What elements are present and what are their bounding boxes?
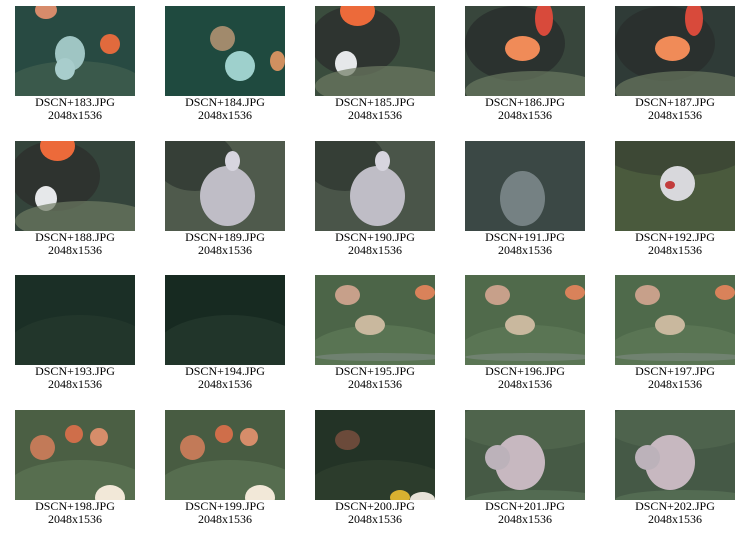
- image-dimensions-label: 2048x1536: [198, 243, 252, 257]
- image-dimensions-label: 2048x1536: [348, 243, 402, 257]
- gallery-item[interactable]: DSCN+199.JPG 2048x1536: [150, 410, 300, 526]
- image-dimensions-label: 2048x1536: [648, 108, 702, 122]
- image-dimensions-label: 2048x1536: [498, 243, 552, 257]
- image-dimensions-label: 2048x1536: [498, 108, 552, 122]
- gallery-item[interactable]: DSCN+189.JPG 2048x1536: [150, 141, 300, 257]
- image-dimensions-label: 2048x1536: [48, 377, 102, 391]
- gallery-item[interactable]: DSCN+192.JPG 2048x1536: [600, 141, 750, 257]
- thumbnail-image[interactable]: [15, 275, 135, 365]
- thumbnail-image[interactable]: [15, 410, 135, 500]
- thumbnail-image[interactable]: [465, 6, 585, 96]
- gallery-item[interactable]: DSCN+185.JPG 2048x1536: [300, 6, 450, 122]
- gallery-item[interactable]: DSCN+197.JPG 2048x1536: [600, 275, 750, 391]
- gallery-item[interactable]: DSCN+198.JPG 2048x1536: [0, 410, 150, 526]
- thumbnail-image[interactable]: [315, 275, 435, 365]
- thumbnail-image[interactable]: [465, 141, 585, 231]
- gallery-item[interactable]: DSCN+186.JPG 2048x1536: [450, 6, 600, 122]
- gallery-item[interactable]: DSCN+195.JPG 2048x1536: [300, 275, 450, 391]
- gallery-item[interactable]: DSCN+193.JPG 2048x1536: [0, 275, 150, 391]
- image-dimensions-label: 2048x1536: [198, 108, 252, 122]
- thumbnail-image[interactable]: [615, 410, 735, 500]
- gallery-item[interactable]: DSCN+190.JPG 2048x1536: [300, 141, 450, 257]
- thumbnail-image[interactable]: [165, 6, 285, 96]
- thumbnail-image[interactable]: [315, 410, 435, 500]
- gallery-item[interactable]: DSCN+200.JPG 2048x1536: [300, 410, 450, 526]
- image-dimensions-label: 2048x1536: [48, 512, 102, 526]
- thumbnail-image[interactable]: [465, 410, 585, 500]
- image-dimensions-label: 2048x1536: [348, 512, 402, 526]
- image-dimensions-label: 2048x1536: [198, 377, 252, 391]
- image-dimensions-label: 2048x1536: [498, 512, 552, 526]
- thumbnail-image[interactable]: [165, 275, 285, 365]
- image-dimensions-label: 2048x1536: [648, 243, 702, 257]
- gallery-item[interactable]: DSCN+184.JPG 2048x1536: [150, 6, 300, 122]
- gallery-item[interactable]: DSCN+194.JPG 2048x1536: [150, 275, 300, 391]
- thumbnail-image[interactable]: [615, 275, 735, 365]
- gallery-item[interactable]: DSCN+191.JPG 2048x1536: [450, 141, 600, 257]
- gallery-item[interactable]: DSCN+187.JPG 2048x1536: [600, 6, 750, 122]
- gallery-item[interactable]: DSCN+202.JPG 2048x1536: [600, 410, 750, 526]
- thumbnail-image[interactable]: [615, 141, 735, 231]
- thumbnail-image[interactable]: [465, 275, 585, 365]
- thumbnail-image[interactable]: [165, 141, 285, 231]
- thumbnail-image[interactable]: [315, 141, 435, 231]
- gallery-item[interactable]: DSCN+196.JPG 2048x1536: [450, 275, 600, 391]
- thumbnail-gallery: DSCN+183.JPG 2048x1536 DSCN+184.JPG 2048x15…: [0, 0, 750, 542]
- image-dimensions-label: 2048x1536: [648, 377, 702, 391]
- image-dimensions-label: 2048x1536: [48, 108, 102, 122]
- image-dimensions-label: 2048x1536: [498, 377, 552, 391]
- thumbnail-image[interactable]: [15, 141, 135, 231]
- thumbnail-image[interactable]: [15, 6, 135, 96]
- image-dimensions-label: 2048x1536: [48, 243, 102, 257]
- image-dimensions-label: 2048x1536: [648, 512, 702, 526]
- image-dimensions-label: 2048x1536: [348, 108, 402, 122]
- image-dimensions-label: 2048x1536: [198, 512, 252, 526]
- thumbnail-image[interactable]: [315, 6, 435, 96]
- thumbnail-image[interactable]: [165, 410, 285, 500]
- gallery-item[interactable]: DSCN+188.JPG 2048x1536: [0, 141, 150, 257]
- gallery-item[interactable]: DSCN+201.JPG 2048x1536: [450, 410, 600, 526]
- gallery-item[interactable]: DSCN+183.JPG 2048x1536: [0, 6, 150, 122]
- image-dimensions-label: 2048x1536: [348, 377, 402, 391]
- thumbnail-image[interactable]: [615, 6, 735, 96]
